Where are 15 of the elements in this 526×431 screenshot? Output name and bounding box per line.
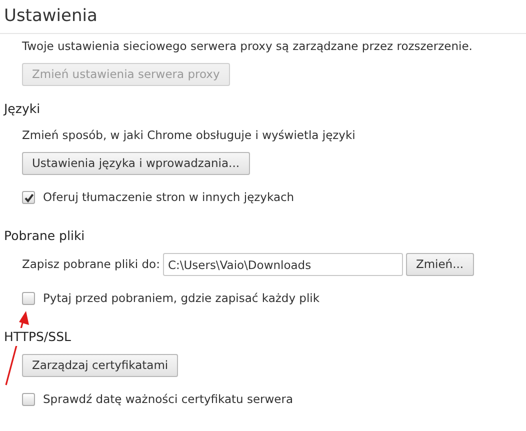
settings-button[interactable]: Zarządzaj certyfikatami bbox=[22, 354, 178, 378]
field-label: Zapisz pobrane pliki do: bbox=[22, 256, 160, 274]
page-title: Ustawienia bbox=[4, 5, 98, 28]
path-field[interactable]: C:\Users\Vaio\Downloads bbox=[162, 253, 403, 276]
section-heading: HTTPS/SSL bbox=[4, 328, 71, 346]
checkbox[interactable] bbox=[22, 393, 35, 406]
checkbox-label: Pytaj przed pobraniem, gdzie zapisać każdy plik bbox=[43, 290, 320, 308]
checkbox-label: Oferuj tłumaczenie stron w innych językach bbox=[43, 189, 294, 206]
checkbox[interactable] bbox=[22, 292, 35, 306]
settings-button[interactable]: Ustawienia języka i wprowadzania... bbox=[22, 152, 250, 176]
description-text: Zmień sposób, w jaki Chrome obsługuje i wyświetla języki bbox=[22, 127, 356, 144]
change-button[interactable]: Zmień... bbox=[406, 253, 474, 276]
checkbox[interactable] bbox=[22, 191, 35, 204]
description-text: Twoje ustawienia sieciowego serwera proxy są zarządzane przez rozszerzenie. bbox=[22, 38, 472, 55]
checkbox-label: Sprawdź datę ważności certyfikatu serwera bbox=[43, 391, 294, 408]
